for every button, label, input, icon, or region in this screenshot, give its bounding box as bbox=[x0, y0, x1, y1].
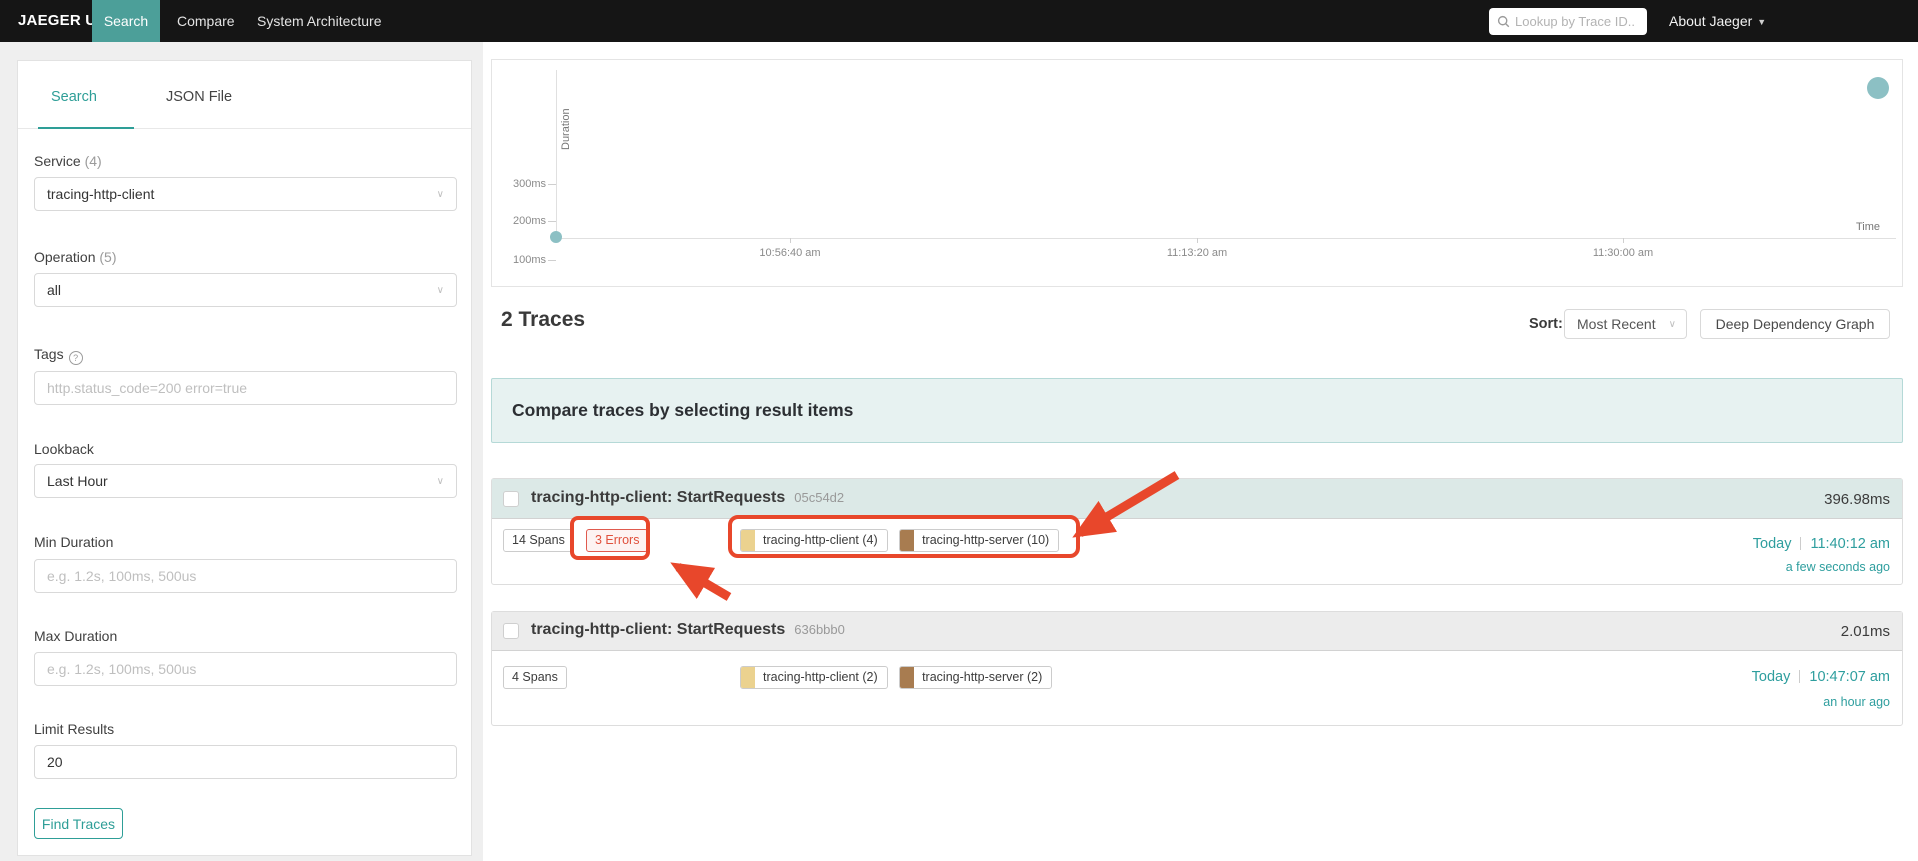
limit-results-label: Limit Results bbox=[34, 721, 114, 737]
service-tag: tracing-http-server (10) bbox=[899, 529, 1059, 552]
y-tick-100ms: 100ms bbox=[498, 254, 546, 266]
search-icon bbox=[1497, 15, 1510, 28]
compare-banner-text: Compare traces by selecting result items bbox=[512, 400, 853, 421]
jaeger-search-page: JAEGER UI Search Compare System Architec… bbox=[0, 0, 1918, 861]
min-duration-label: Min Duration bbox=[34, 534, 113, 550]
operation-label: Operation (5) bbox=[34, 249, 117, 265]
service-tag: tracing-http-client (4) bbox=[740, 529, 888, 552]
trace-select-checkbox[interactable] bbox=[503, 623, 519, 639]
tags-input[interactable] bbox=[35, 372, 456, 404]
app-logo[interactable]: JAEGER UI bbox=[18, 0, 101, 42]
scatter-point-trace-1[interactable] bbox=[1867, 77, 1889, 99]
x-tick-2: 11:13:20 am bbox=[1152, 247, 1242, 259]
deep-dependency-graph-button[interactable]: Deep Dependency Graph bbox=[1700, 309, 1890, 339]
limit-results-field bbox=[34, 745, 457, 779]
help-icon[interactable]: ? bbox=[69, 351, 83, 365]
service-tag: tracing-http-server (2) bbox=[899, 666, 1052, 689]
x-tick-3: 11:30:00 am bbox=[1578, 247, 1668, 259]
chevron-down-icon: ∨ bbox=[1669, 319, 1676, 330]
trace-select-checkbox[interactable] bbox=[503, 491, 519, 507]
trace-lookup-box[interactable] bbox=[1489, 8, 1647, 35]
find-traces-button[interactable]: Find Traces bbox=[34, 808, 123, 839]
error-count-badge: 3 Errors bbox=[586, 529, 648, 552]
max-duration-label: Max Duration bbox=[34, 628, 117, 644]
max-duration-field bbox=[34, 652, 457, 686]
y-tick-300ms: 300ms bbox=[498, 178, 546, 190]
trace-relative-time: a few seconds ago bbox=[1786, 560, 1890, 574]
search-form-panel: Search JSON File Service (4) tracing-htt… bbox=[17, 60, 472, 856]
trace-title: tracing-http-client: StartRequests05c54d… bbox=[531, 489, 844, 507]
nav-tab-system-architecture[interactable]: System Architecture bbox=[257, 0, 382, 42]
sort-select[interactable]: Most Recent∨ bbox=[1564, 309, 1687, 339]
service-color-swatch bbox=[741, 530, 755, 551]
compare-banner: Compare traces by selecting result items bbox=[491, 378, 1903, 443]
trace-id: 05c54d2 bbox=[794, 490, 844, 505]
trace-id: 636bbb0 bbox=[794, 622, 845, 637]
limit-results-input[interactable] bbox=[35, 746, 456, 778]
trace-relative-time: an hour ago bbox=[1823, 695, 1890, 709]
trace-count-heading: 2 Traces bbox=[501, 308, 585, 332]
chevron-down-icon: ∨ bbox=[437, 189, 444, 200]
service-color-swatch bbox=[900, 530, 914, 551]
nav-tab-search[interactable]: Search bbox=[92, 0, 160, 42]
min-duration-input[interactable] bbox=[35, 560, 456, 592]
tags-field bbox=[34, 371, 457, 405]
trace-duration: 2.01ms bbox=[1841, 623, 1890, 640]
y-axis-line bbox=[556, 70, 557, 238]
service-tag: tracing-http-client (2) bbox=[740, 666, 888, 689]
trace-timestamp: Today11:40:12 am bbox=[1753, 536, 1890, 552]
trace-card-header: tracing-http-client: StartRequests636bbb… bbox=[492, 612, 1902, 651]
scatter-point-trace-2[interactable] bbox=[550, 231, 562, 243]
service-color-swatch bbox=[741, 667, 755, 688]
chevron-down-icon: ∨ bbox=[437, 285, 444, 296]
chevron-down-icon: ▼ bbox=[1757, 17, 1766, 27]
about-jaeger-menu[interactable]: About Jaeger▼ bbox=[1669, 0, 1766, 43]
max-duration-input[interactable] bbox=[35, 653, 456, 685]
search-form-tabs: Search JSON File bbox=[18, 61, 471, 129]
tab-json-file[interactable]: JSON File bbox=[166, 89, 232, 105]
tags-label: Tags? bbox=[34, 346, 83, 365]
chevron-down-icon: ∨ bbox=[437, 476, 444, 487]
x-axis-line bbox=[556, 238, 1896, 239]
x-tick-1: 10:56:40 am bbox=[745, 247, 835, 259]
sort-label: Sort: bbox=[1529, 316, 1563, 332]
span-count-badge: 14 Spans bbox=[503, 529, 574, 552]
duration-scatter-chart: 300ms 200ms 100ms Duration 10:56:40 am 1… bbox=[491, 59, 1903, 287]
span-count-badge: 4 Spans bbox=[503, 666, 567, 689]
trace-lookup-input[interactable] bbox=[1515, 14, 1635, 29]
trace-timestamp: Today10:47:07 am bbox=[1752, 669, 1890, 685]
trace-duration: 396.98ms bbox=[1824, 491, 1890, 508]
service-color-swatch bbox=[900, 667, 914, 688]
trace-title: tracing-http-client: StartRequests636bbb… bbox=[531, 621, 845, 639]
min-duration-field bbox=[34, 559, 457, 593]
top-nav: JAEGER UI Search Compare System Architec… bbox=[0, 0, 1918, 42]
operation-select[interactable]: all∨ bbox=[34, 273, 457, 307]
y-axis-title: Duration bbox=[560, 80, 572, 150]
service-tag-list: tracing-http-client (2) tracing-http-ser… bbox=[740, 666, 1059, 693]
tab-search[interactable]: Search bbox=[51, 89, 97, 105]
service-tag-list: tracing-http-client (4) tracing-http-ser… bbox=[740, 529, 1066, 556]
active-tab-indicator bbox=[38, 127, 134, 129]
trace-result-card-1[interactable]: tracing-http-client: StartRequests05c54d… bbox=[491, 478, 1903, 585]
lookback-select[interactable]: Last Hour∨ bbox=[34, 464, 457, 498]
service-select[interactable]: tracing-http-client∨ bbox=[34, 177, 457, 211]
trace-card-header: tracing-http-client: StartRequests05c54d… bbox=[492, 479, 1902, 519]
nav-tab-compare[interactable]: Compare bbox=[177, 0, 235, 42]
divider bbox=[1800, 537, 1801, 550]
x-axis-title: Time bbox=[1856, 221, 1880, 233]
service-label: Service (4) bbox=[34, 153, 102, 169]
y-tick-200ms: 200ms bbox=[498, 215, 546, 227]
trace-result-card-2[interactable]: tracing-http-client: StartRequests636bbb… bbox=[491, 611, 1903, 726]
lookback-label: Lookback bbox=[34, 441, 94, 457]
divider bbox=[1799, 670, 1800, 683]
